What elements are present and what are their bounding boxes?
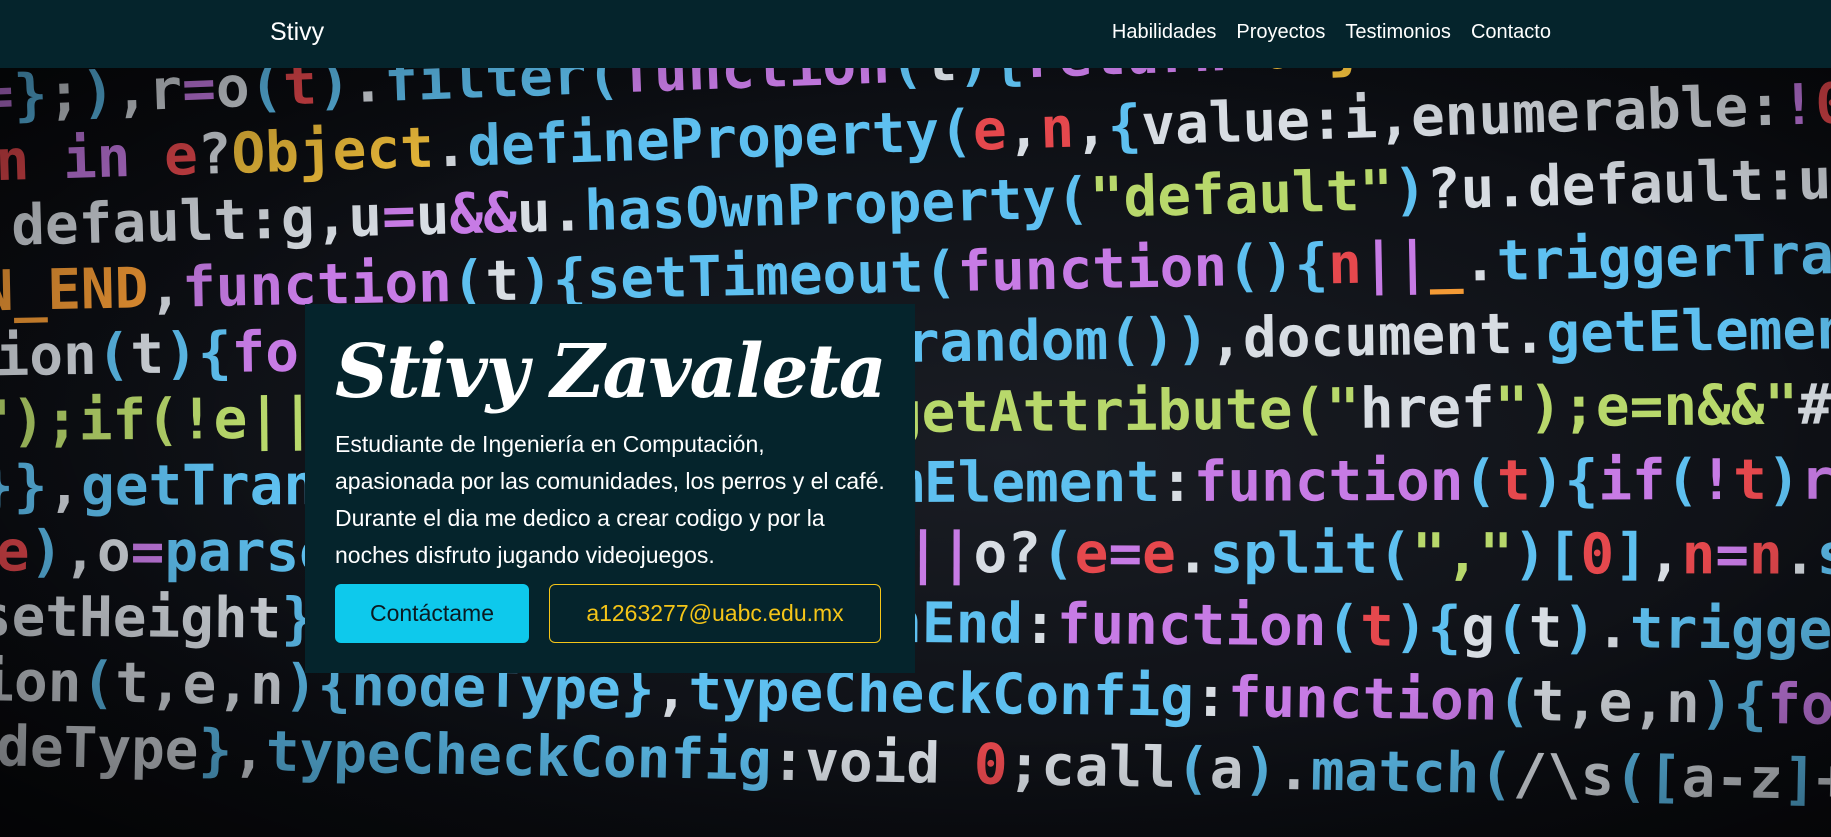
profile-name: Stivy Zavaleta	[335, 329, 887, 415]
nav-link-testimonios[interactable]: Testimonios	[1345, 21, 1451, 44]
intro-card: Stivy Zavaleta Estudiante de Ingeniería …	[305, 304, 915, 673]
contact-button[interactable]: Contáctame	[335, 584, 529, 643]
nav-link-proyectos[interactable]: Proyectos	[1236, 21, 1325, 44]
profile-bio: Estudiante de Ingeniería en Computación,…	[335, 430, 885, 568]
nav-link-contacto[interactable]: Contacto	[1471, 21, 1551, 44]
email-button[interactable]: a1263277@uabc.edu.mx	[549, 584, 881, 643]
navbar: Stivy Habilidades Proyectos Testimonios …	[0, 0, 1831, 68]
nav-link-habilidades[interactable]: Habilidades	[1112, 21, 1217, 44]
brand-link[interactable]: Stivy	[270, 18, 324, 47]
nav-links: Habilidades Proyectos Testimonios Contac…	[1112, 21, 1551, 44]
hero-section: =};),r=o(t).filter(function(t){return Ob…	[0, 68, 1831, 837]
vignette-overlay	[0, 68, 1831, 837]
code-background-image: =};),r=o(t).filter(function(t){return Ob…	[0, 68, 1831, 837]
card-buttons: Contáctame a1263277@uabc.edu.mx	[335, 584, 881, 643]
